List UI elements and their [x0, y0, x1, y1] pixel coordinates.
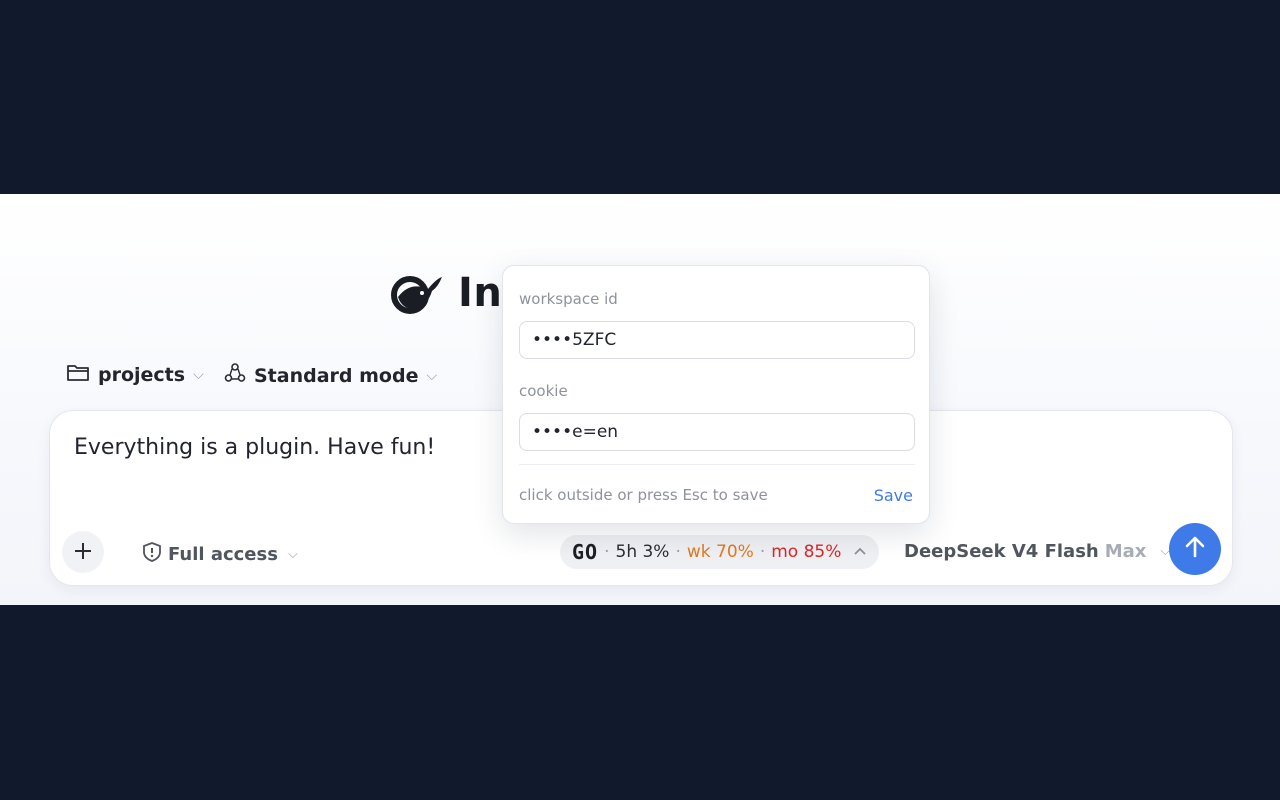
credentials-popover: workspace id cookie click outside or pre…	[502, 265, 930, 524]
usage-5h: 5h 3%	[615, 542, 670, 562]
folder-icon	[66, 362, 90, 387]
usage-week: wk 70%	[686, 542, 754, 562]
usage-month: mo 85%	[771, 542, 842, 562]
usage-indicator[interactable]: GO · 5h 3% · wk 70% · mo 85%	[560, 535, 880, 569]
cookie-input[interactable]	[519, 413, 915, 451]
mode-selector-label: Standard mode	[254, 364, 419, 387]
plus-icon	[73, 536, 93, 568]
chevron-up-icon	[853, 545, 867, 560]
separator: ·	[759, 542, 766, 562]
chevron-down-icon: ⌵	[193, 366, 204, 383]
project-selector-label: projects	[98, 363, 186, 386]
save-button[interactable]: Save	[874, 486, 913, 505]
model-effort: Max	[1104, 541, 1147, 562]
access-label: Full access	[168, 544, 278, 565]
composer-input[interactable]: Everything is a plugin. Have fun!	[74, 435, 435, 460]
whale-logo-icon	[388, 271, 444, 315]
separator: ·	[675, 542, 681, 562]
model-name: DeepSeek V4 Flash	[904, 541, 1099, 562]
workspace-id-label: workspace id	[519, 290, 618, 308]
chevron-down-icon: ⌵	[287, 547, 298, 562]
add-attachment-button[interactable]	[62, 531, 104, 573]
shield-icon	[142, 541, 162, 568]
workspace-id-input[interactable]	[519, 321, 915, 359]
send-button[interactable]	[1169, 523, 1221, 575]
cookie-label: cookie	[519, 382, 568, 400]
provider-badge: GO	[572, 540, 599, 564]
chevron-down-icon: ⌵	[426, 367, 438, 384]
arrow-up-icon	[1182, 534, 1208, 565]
recycle-icon	[224, 362, 246, 389]
project-selector[interactable]: projects ⌵	[66, 362, 204, 387]
separator: ·	[604, 542, 610, 562]
access-selector[interactable]: Full access ⌵	[142, 541, 298, 568]
mode-selector[interactable]: Standard mode ⌵	[224, 362, 437, 389]
divider	[519, 464, 915, 465]
model-selector[interactable]: DeepSeek V4 Flash Max ⌵	[904, 541, 1170, 562]
save-hint: click outside or press Esc to save	[519, 486, 768, 504]
